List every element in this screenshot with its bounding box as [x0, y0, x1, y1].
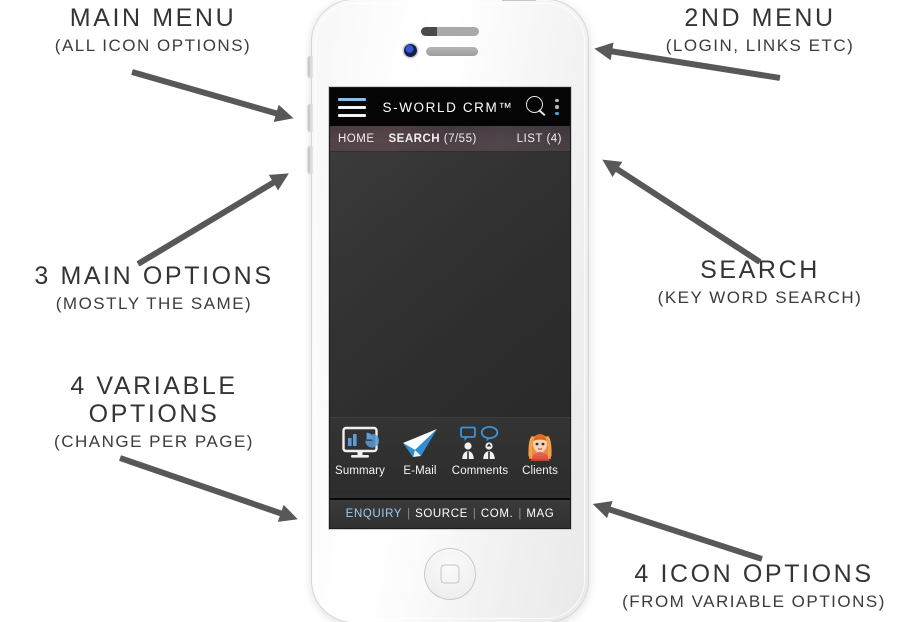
content-area — [330, 152, 570, 417]
tab-search[interactable]: SEARCH (7/55) — [389, 133, 477, 145]
annotation-search-title: SEARCH — [700, 256, 820, 284]
home-button[interactable] — [424, 548, 476, 600]
tab-home[interactable]: HOME — [338, 133, 375, 145]
volume-up-button[interactable] — [308, 104, 313, 132]
arrow-4-icon-options — [589, 495, 764, 565]
icon-option-comments-label: Comments — [451, 465, 509, 477]
annotation-3-main-options: 3 MAIN OPTIONS (MOSTLY THE SAME) — [4, 262, 304, 314]
annotation-2nd-menu: 2ND MENU (LOGIN, LINKS ETC) — [620, 4, 900, 56]
annotation-4-icon-options-title: 4 ICON OPTIONS — [634, 560, 874, 588]
mute-switch[interactable] — [308, 56, 313, 78]
phone-screen: S-WORLD CRM™ HOME SEARCH (7/55) LIST (4)… — [330, 88, 570, 528]
annotation-4-variable-options-subtitle: (CHANGE PER PAGE) — [54, 432, 254, 451]
earpiece-speaker — [421, 27, 479, 36]
power-button[interactable] — [502, 0, 536, 1]
tab-search-count: (7/55) — [443, 133, 477, 145]
arrow-main-menu — [130, 66, 297, 127]
annotation-2nd-menu-title: 2ND MENU — [684, 4, 836, 32]
volume-down-button[interactable] — [308, 146, 313, 174]
phone-device-frame: S-WORLD CRM™ HOME SEARCH (7/55) LIST (4)… — [308, 0, 588, 622]
tab-search-label: SEARCH — [388, 133, 441, 145]
icon-option-comments[interactable]: Comments — [451, 422, 509, 477]
annotation-2nd-menu-subtitle: (LOGIN, LINKS ETC) — [665, 36, 855, 55]
link-separator-3: | — [518, 508, 522, 520]
icon-option-email[interactable]: E-Mail — [391, 422, 449, 477]
app-title-bar: S-WORLD CRM™ — [330, 88, 570, 126]
annotation-3-main-options-subtitle: (MOSTLY THE SAME) — [55, 294, 253, 313]
annotation-main-menu: MAIN MENU (ALL ICON OPTIONS) — [8, 4, 298, 56]
search-icon[interactable] — [526, 96, 548, 118]
link-separator-2: | — [472, 508, 476, 520]
secondary-link-bar: ENQUIRY | SOURCE | COM. | MAG — [330, 498, 570, 528]
app-title: S-WORLD CRM™ — [382, 99, 514, 115]
tab-list-label: LIST — [516, 133, 543, 145]
proximity-sensor-bar — [426, 47, 479, 56]
variable-icon-row: Summary E-Mail Comments Clients — [330, 417, 570, 495]
link-mag[interactable]: MAG — [526, 508, 554, 520]
home-button-square-icon — [440, 564, 460, 584]
tab-home-label: HOME — [338, 133, 375, 145]
arrow-3-main-options — [135, 165, 295, 269]
monitor-chart-icon — [331, 422, 389, 464]
icon-option-summary-label: Summary — [335, 465, 385, 477]
link-com[interactable]: COM. — [481, 508, 513, 520]
annotation-search-subtitle: (KEY WORD SEARCH) — [657, 288, 863, 307]
hamburger-icon[interactable] — [338, 97, 366, 117]
annotation-main-menu-title: MAIN MENU — [69, 4, 237, 32]
annotation-search: SEARCH (KEY WORD SEARCH) — [620, 256, 900, 308]
annotation-4-variable-options: 4 VARIABLE OPTIONS (CHANGE PER PAGE) — [14, 372, 294, 452]
icon-option-clients[interactable]: Clients — [511, 422, 569, 477]
icon-option-summary[interactable]: Summary — [331, 422, 389, 477]
woman-avatar-icon — [511, 422, 569, 464]
annotation-4-icon-options-subtitle: (FROM VARIABLE OPTIONS) — [622, 592, 886, 611]
screenshot-canvas: MAIN MENU (ALL ICON OPTIONS) 2ND MENU (L… — [0, 0, 900, 622]
link-separator-1: | — [407, 508, 411, 520]
tab-list[interactable]: LIST (4) — [517, 133, 562, 145]
paper-plane-icon — [391, 422, 449, 464]
annotation-4-variable-options-title: 4 VARIABLE OPTIONS — [70, 372, 238, 428]
icon-option-email-label: E-Mail — [403, 465, 437, 477]
annotation-4-icon-options: 4 ICON OPTIONS (FROM VARIABLE OPTIONS) — [608, 560, 900, 612]
arrow-search — [597, 152, 763, 267]
link-enquiry[interactable]: ENQUIRY — [346, 508, 402, 520]
annotation-3-main-options-title: 3 MAIN OPTIONS — [34, 262, 274, 290]
arrow-4-variable-options — [118, 452, 302, 528]
link-source[interactable]: SOURCE — [415, 508, 468, 520]
kebab-menu-icon[interactable] — [552, 96, 562, 118]
icon-option-clients-label: Clients — [522, 465, 558, 477]
main-tab-bar: HOME SEARCH (7/55) LIST (4) — [330, 126, 570, 152]
front-camera — [404, 44, 417, 57]
two-people-speech-bubbles-icon — [451, 422, 509, 464]
annotation-main-menu-subtitle: (ALL ICON OPTIONS) — [54, 36, 252, 55]
tab-list-count: (4) — [546, 133, 562, 145]
